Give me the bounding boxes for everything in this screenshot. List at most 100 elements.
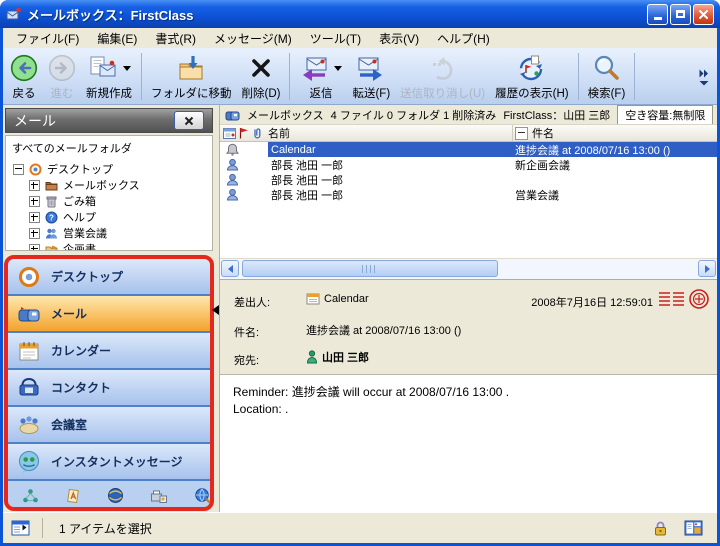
lock-icon[interactable] xyxy=(653,520,668,536)
selection-status: 1 アイテムを選択 xyxy=(59,520,152,537)
column-name[interactable]: 名前 xyxy=(265,125,512,141)
nav-contacts[interactable]: コンタクト xyxy=(8,370,210,407)
column-subject[interactable]: 件名 xyxy=(512,125,717,141)
to-label: 宛先: xyxy=(234,352,259,368)
user-icon xyxy=(226,158,239,171)
menu-format[interactable]: 書式(R) xyxy=(146,28,205,49)
minimize-button[interactable] xyxy=(647,4,668,25)
maximize-button[interactable] xyxy=(670,4,691,25)
nav-instant-message[interactable]: インスタントメッセージ xyxy=(8,444,210,481)
scroll-right-button[interactable] xyxy=(698,260,716,277)
user-icon xyxy=(226,188,239,201)
nav-desktop[interactable]: デスクトップ xyxy=(8,259,210,296)
menu-tools[interactable]: ツール(T) xyxy=(301,28,370,49)
app-icon xyxy=(6,6,22,22)
move-to-folder-button[interactable]: フォルダに移動 xyxy=(146,50,237,103)
from-label: 差出人: xyxy=(234,294,270,310)
delete-button[interactable]: 削除(D) xyxy=(237,50,286,103)
panel-close-button[interactable] xyxy=(174,111,204,130)
tree-item-desktop[interactable]: デスクトップ xyxy=(6,161,212,177)
search-button[interactable]: 検索(F) xyxy=(583,50,631,103)
tree-item-trash[interactable]: ごみ箱 xyxy=(6,193,212,209)
titlebar[interactable]: メールボックス：FirstClass xyxy=(0,0,720,28)
message-row[interactable]: 部長 池田 一郎 営業会議 xyxy=(220,187,717,202)
plans-folder-icon xyxy=(45,243,58,252)
scroll-left-button[interactable] xyxy=(221,260,239,277)
menu-message[interactable]: メッセージ(M) xyxy=(205,28,301,49)
menu-help[interactable]: ヘルプ(H) xyxy=(428,28,499,49)
nav-calendar[interactable]: カレンダー xyxy=(8,333,210,370)
tree-item-plans[interactable]: 企画書 xyxy=(6,241,212,251)
unsend-button[interactable]: 送信取り消し(U) xyxy=(395,50,490,103)
expand-icon[interactable] xyxy=(29,180,40,191)
new-message-dropdown-icon[interactable] xyxy=(123,66,131,71)
alarm-icon xyxy=(226,143,239,156)
subject-value: 進捗会議 at 2008/07/16 13:00 () xyxy=(306,322,461,338)
split-view-icon[interactable] xyxy=(684,520,703,536)
collapse-column-icon[interactable] xyxy=(515,127,528,140)
desktop-nav-icon xyxy=(17,265,41,289)
list-column-header: 名前 件名 xyxy=(220,124,717,142)
back-button[interactable]: 戻る xyxy=(5,50,43,103)
reply-button[interactable]: 返信 xyxy=(294,50,347,103)
toolbar-separator xyxy=(634,53,635,100)
horizontal-scrollbar[interactable] xyxy=(220,258,717,279)
desktop-icon xyxy=(29,163,42,176)
pane-splitter[interactable] xyxy=(215,105,219,513)
close-button[interactable] xyxy=(693,4,714,25)
menu-file[interactable]: ファイル(F) xyxy=(7,28,88,49)
move-to-folder-icon xyxy=(176,55,206,82)
message-type-column-icon[interactable] xyxy=(223,128,236,139)
flag-column-icon[interactable] xyxy=(239,127,249,139)
forward-icon xyxy=(48,54,76,82)
scrollbar-thumb[interactable] xyxy=(242,260,498,277)
tree-item-sales-conference[interactable]: 営業会議 xyxy=(6,225,212,241)
attachment-column-icon[interactable] xyxy=(252,127,262,139)
preview-header: 差出人: Calendar 2008年7月16日 12:59:01 件名: 進捗… xyxy=(220,282,717,375)
search-icon xyxy=(592,54,620,82)
expand-icon[interactable] xyxy=(29,244,40,252)
forward-button[interactable]: 進む xyxy=(43,50,81,103)
delete-icon xyxy=(248,55,274,81)
message-row[interactable]: Calendar 進捗会議 at 2008/07/16 13:00 () xyxy=(220,142,717,157)
account-name: FirstClass：山田 三郎 xyxy=(503,107,610,123)
new-message-button[interactable]: 新規作成 xyxy=(81,50,137,103)
stationery-icon[interactable] xyxy=(65,488,81,504)
tree-item-mailbox[interactable]: メールボックス xyxy=(6,177,212,193)
expand-icon[interactable] xyxy=(29,196,40,207)
mailbox-stats: 4 ファイル 0 フォルダ 1 削除済み xyxy=(331,107,497,123)
message-sender: 部長 池田 一郎 xyxy=(268,187,515,203)
panel-toggle-button[interactable] xyxy=(11,520,30,536)
menu-view[interactable]: 表示(V) xyxy=(370,28,428,49)
message-sender: Calendar xyxy=(268,144,515,156)
nav-conference[interactable]: 会議室 xyxy=(8,407,210,444)
tree-item-help[interactable]: ? ヘルプ xyxy=(6,209,212,225)
shortcut-bar xyxy=(8,481,210,511)
collaboration-icon[interactable] xyxy=(22,488,39,504)
back-icon xyxy=(10,54,38,82)
collapse-icon[interactable] xyxy=(13,164,24,175)
new-message-icon xyxy=(88,55,118,81)
contact-nav-icon xyxy=(17,376,41,400)
conference-folder-icon xyxy=(45,227,58,240)
firstclass-globe-icon[interactable] xyxy=(107,487,124,504)
toolbar: 戻る 進む 新規作成 フォルダに移動 xyxy=(3,48,717,105)
reply-dropdown-icon[interactable] xyxy=(334,66,342,71)
nav-mail[interactable]: メール xyxy=(8,296,210,333)
web-search-icon[interactable] xyxy=(194,487,212,504)
expand-icon[interactable] xyxy=(29,228,40,239)
menu-edit[interactable]: 編集(E) xyxy=(88,28,146,49)
message-row[interactable]: 部長 池田 一郎 xyxy=(220,172,717,187)
history-button[interactable]: 履歴の表示(H) xyxy=(490,50,573,103)
calendar-nav-icon xyxy=(17,339,41,363)
devices-icon[interactable] xyxy=(150,488,168,504)
forward-message-icon xyxy=(356,55,386,82)
message-row[interactable]: 部長 池田 一郎 新企画会議 xyxy=(220,157,717,172)
forward-message-button[interactable]: 転送(F) xyxy=(347,50,395,103)
expand-icon[interactable] xyxy=(29,212,40,223)
message-list: Calendar 進捗会議 at 2008/07/16 13:00 () 部長 … xyxy=(220,142,717,258)
toolbar-overflow-button[interactable] xyxy=(693,50,715,103)
to-value: 山田 三郎 xyxy=(306,349,369,365)
message-subject: 進捗会議 at 2008/07/16 13:00 () xyxy=(515,142,717,158)
collapse-pane-icon[interactable] xyxy=(212,305,219,315)
